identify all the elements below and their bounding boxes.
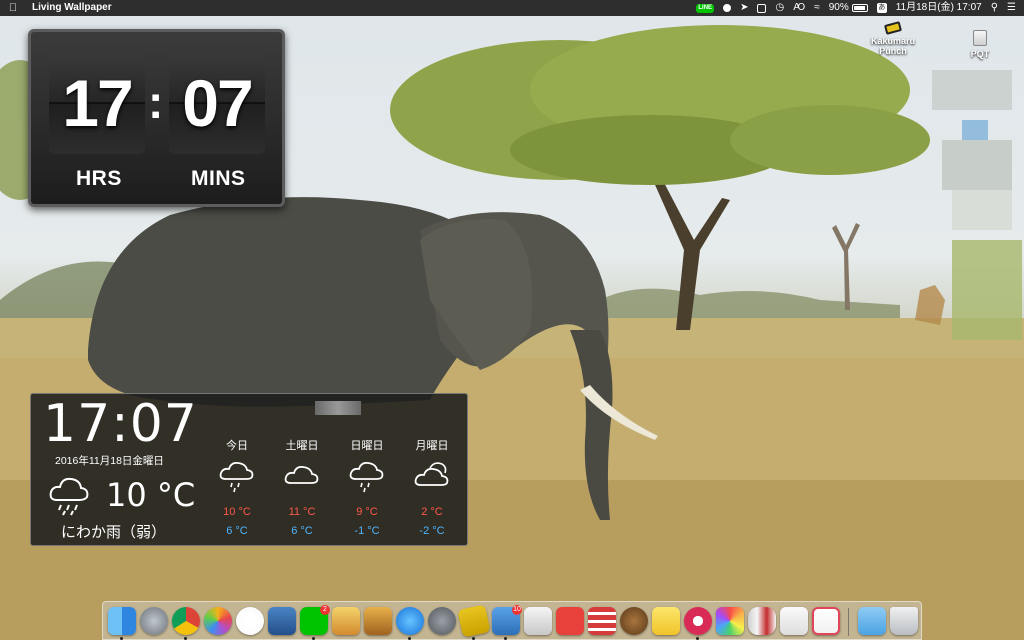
agenda-icon[interactable] [588, 607, 616, 635]
forecast-high-temp: 9 °C [356, 506, 378, 518]
minutes-flip-card: 07 [169, 52, 265, 154]
preview-icon[interactable] [268, 607, 296, 635]
textedit-icon[interactable] [780, 607, 808, 635]
photo-booth-icon[interactable] [524, 607, 552, 635]
kakumaru-punch-app-icon [883, 21, 903, 35]
wifi-icon[interactable]: ≈ [814, 0, 820, 16]
forecast-day-name: 日曜日 [350, 440, 384, 452]
downloads-folder-icon[interactable] [858, 607, 886, 635]
rain-cloud-icon [349, 461, 384, 493]
line-status-label: LINE [696, 3, 715, 13]
stickies-folder-icon[interactable] [332, 607, 360, 635]
battery-icon [851, 4, 868, 12]
obscured-desktop-icons [932, 70, 1024, 350]
rain-cloud-icon [49, 477, 89, 516]
color-app-icon[interactable] [716, 607, 744, 635]
app-store-icon[interactable] [396, 607, 424, 635]
arrow-status-icon[interactable]: ➤ [740, 0, 748, 16]
forecast-low-temp: -2 °C [419, 525, 445, 537]
alfred-icon[interactable] [620, 607, 648, 635]
desktop-icon-label: Kakumaru [870, 36, 915, 46]
weather-date: 2016年11月18日金曜日 [55, 455, 164, 467]
forecast-high-temp: 2 °C [421, 506, 443, 518]
launchpad-icon[interactable] [140, 607, 168, 635]
app-menu-name[interactable]: Living Wallpaper [32, 0, 112, 16]
bluetooth-icon[interactable]: Ꜵ [793, 0, 805, 16]
wunderlist-icon[interactable] [556, 607, 584, 635]
chrome-icon[interactable] [172, 607, 200, 635]
minutes-label: MINS [191, 167, 246, 190]
desktop-icon-pqt[interactable]: PQT [962, 30, 998, 59]
record-dot-icon[interactable] [723, 4, 732, 12]
forecast-day-name: 月曜日 [415, 440, 449, 452]
forecast-day-name: 今日 [226, 440, 248, 452]
line-status-icon[interactable]: LINE [696, 3, 715, 13]
cloud-icon [414, 462, 449, 486]
desktop-icon-kakumaru-punch[interactable]: Kakumaru Punch [864, 21, 922, 56]
notification-badge: 10 [512, 605, 522, 615]
pocket-icon[interactable] [812, 607, 840, 635]
forecast-high-temp: 10 °C [223, 506, 251, 518]
flip-clock-widget[interactable]: 17 : 07 HRS MINS [28, 29, 285, 207]
itunes-icon[interactable] [236, 607, 264, 635]
stickies-icon[interactable] [652, 607, 680, 635]
battery-percent: 90% [828, 2, 849, 13]
photos-icon[interactable] [204, 607, 232, 635]
forecast-high-temp: 11 °C [288, 506, 316, 518]
apple-menu-icon[interactable]:  [8, 0, 18, 16]
notification-center-icon[interactable]: ☰ [1007, 0, 1016, 16]
obscured-location-name [315, 401, 361, 415]
notification-badge: 2 [320, 605, 330, 615]
hours-flip-card: 17 [49, 52, 145, 154]
spotlight-search-icon[interactable]: ⚲ [991, 0, 998, 16]
drive-icon [973, 30, 987, 46]
weather-clock-time: 17:07 [43, 394, 198, 454]
clock-colon: : [148, 76, 164, 128]
menu-bar:  Living Wallpaper LINE ➤ ◷ Ꜵ ≈ 90% あ 11… [0, 0, 1024, 16]
battery-status[interactable]: 90% [829, 0, 868, 16]
weather-widget[interactable]: 17:07 2016年11月18日金曜日 10 °C にわか雨（弱） 今日 10… [30, 393, 468, 546]
dock-separator [848, 608, 849, 636]
finder-icon[interactable] [108, 607, 136, 635]
rain-cloud-icon [219, 461, 254, 493]
image-app-icon[interactable] [364, 607, 392, 635]
input-source-icon[interactable]: あ [876, 3, 887, 13]
soda-can-app-icon[interactable] [748, 607, 776, 635]
forecast-low-temp: 6 °C [291, 525, 313, 537]
speaker-app-icon[interactable] [684, 607, 712, 635]
cloud-icon [284, 465, 319, 484]
kakumaru-punch-icon[interactable] [457, 604, 491, 638]
forecast-day-name: 土曜日 [285, 440, 319, 452]
trash-icon[interactable] [890, 607, 918, 635]
hours-label: HRS [76, 167, 122, 190]
system-preferences-icon[interactable] [428, 607, 456, 635]
desktop-icon-label-line2: Punch [879, 46, 907, 56]
current-temperature: 10 °C [106, 476, 196, 514]
dock: 2 10 [102, 601, 922, 640]
menu-bar-clock[interactable]: 11月18日(金) 17:07 [896, 0, 982, 16]
forecast-low-temp: -1 °C [354, 525, 380, 537]
mail-icon[interactable]: 10 [492, 605, 522, 635]
forecast-low-temp: 6 °C [226, 525, 248, 537]
box-status-icon[interactable] [757, 3, 767, 13]
input-source-label: あ [876, 3, 887, 13]
current-condition: にわか雨（弱） [61, 524, 167, 541]
time-machine-icon[interactable]: ◷ [775, 0, 784, 16]
desktop-icon-label: PQT [970, 49, 990, 59]
line-app-icon[interactable]: 2 [300, 605, 330, 635]
